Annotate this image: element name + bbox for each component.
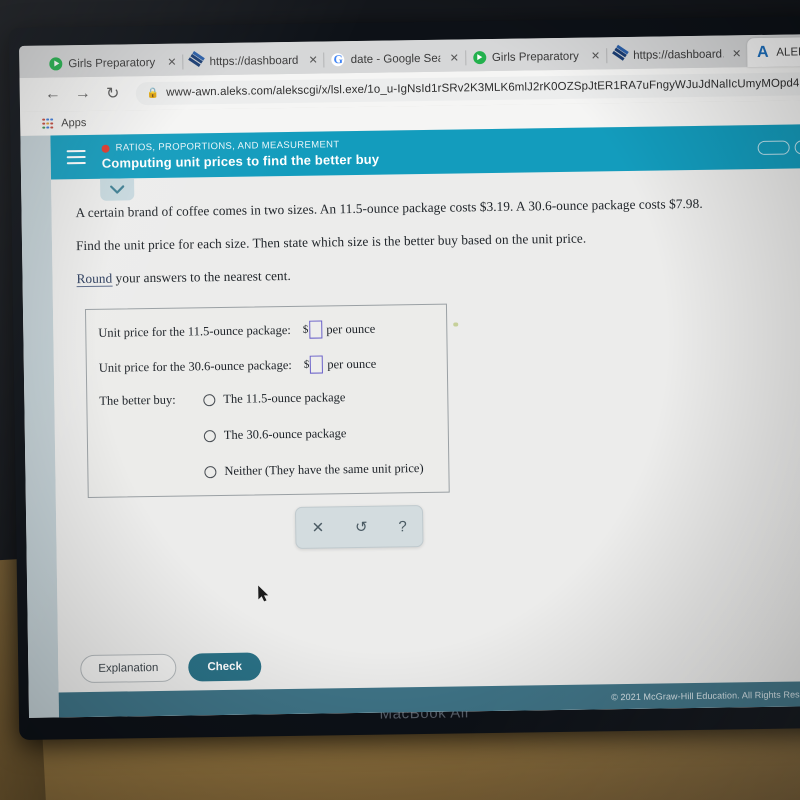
better-buy-group: The better buy: The 11.5-ounce package T… (87, 389, 448, 481)
tab-title: https://dashboard.sho (209, 54, 300, 68)
radio-option-label: The 11.5-ounce package (223, 390, 346, 406)
question-line-3-rest: your answers to the nearest cent. (112, 267, 291, 286)
header-pill-2[interactable] (794, 140, 800, 155)
radio-option-3[interactable]: Neither (They have the same unit price) (204, 461, 424, 479)
lock-icon: 🔒 (146, 87, 160, 99)
tab-title: ALEKS (776, 45, 800, 59)
green-play-icon (472, 51, 487, 65)
help-icon[interactable]: ? (398, 518, 407, 535)
forward-icon[interactable]: → (68, 85, 98, 103)
browser-tab[interactable]: https://dashboard.sho ✕ (182, 46, 325, 75)
question-line-1: A certain brand of coffee comes in two s… (75, 195, 703, 221)
browser-window: Girls Preparatory Sch ✕ https://dashboar… (19, 34, 800, 718)
unit-price-label-2: Unit price for the 30.6-ounce package: (98, 357, 292, 375)
header-text-group: RATIOS, PROPORTIONS, AND MEASUREMENT Com… (101, 139, 380, 171)
dollar-sign-1: $ (302, 323, 309, 336)
undo-icon[interactable]: ↺ (355, 518, 368, 535)
reload-icon[interactable]: ↻ (98, 83, 128, 103)
tab-title: Girls Preparatory Sch (491, 50, 582, 64)
browser-tab-active[interactable]: A ALEKS (747, 37, 800, 68)
green-play-icon (49, 57, 63, 71)
unit-price-input-1[interactable] (309, 320, 323, 339)
tab-close-icon[interactable]: ✕ (591, 49, 600, 62)
address-bar-url: www-awn.aleks.com/alekscgi/x/lsl.exe/1o_… (166, 77, 800, 99)
clear-icon[interactable]: ✕ (312, 519, 325, 536)
topic-label: RATIOS, PROPORTIONS, AND MEASUREMENT (115, 139, 340, 154)
browser-tab[interactable]: Girls Preparatory Sch ✕ (465, 42, 608, 71)
copyright-text: © 2021 McGraw-Hill Education. All Rights… (611, 688, 800, 702)
answer-toolbar: ✕ ↺ ? (294, 505, 424, 549)
browser-tab[interactable]: https://dashboard.sho ✕ (606, 40, 748, 69)
back-icon[interactable]: ← (38, 85, 68, 103)
tab-title: Girls Preparatory Sch (68, 56, 158, 70)
radio-option-label: Neither (They have the same unit price) (224, 461, 424, 478)
radio-option-2[interactable]: The 30.6-ounce package (203, 425, 423, 443)
header-pill-1[interactable] (757, 140, 790, 156)
question-line-3: Round your answers to the nearest cent. (76, 260, 798, 288)
aleks-a-icon: A (756, 43, 769, 62)
unit-price-row-2: Unit price for the 30.6-ounce package: $… (87, 354, 447, 377)
tab-title: https://dashboard.sho (633, 48, 724, 62)
radio-button-icon[interactable] (204, 465, 217, 478)
radio-option-1[interactable]: The 11.5-ounce package (203, 389, 422, 407)
hamburger-menu-icon[interactable] (66, 149, 86, 165)
unit-label-1: per ounce (326, 321, 376, 336)
tab-close-icon[interactable]: ✕ (167, 56, 176, 69)
unit-price-input-2[interactable] (310, 355, 324, 374)
bookmark-apps-label[interactable]: Apps (61, 117, 86, 129)
dollar-sign-2: $ (303, 358, 310, 371)
dashboard-icon (190, 55, 203, 68)
expand-panel-tab[interactable] (100, 178, 135, 201)
tab-close-icon[interactable]: ✕ (450, 51, 459, 64)
tab-close-icon[interactable]: ✕ (732, 47, 741, 60)
apps-grid-icon[interactable] (42, 117, 54, 130)
tab-title: date - Google Search (350, 52, 441, 66)
unit-label-2: per ounce (327, 356, 377, 371)
address-bar[interactable]: 🔒 www-awn.aleks.com/alekscgi/x/lsl.exe/1… (135, 71, 800, 105)
radio-button-icon[interactable] (203, 393, 216, 406)
radio-option-list: The 11.5-ounce package The 30.6-ounce pa… (203, 389, 424, 479)
better-buy-label: The better buy: (99, 392, 176, 408)
lesson-title: Computing unit prices to find the better… (101, 151, 380, 171)
dashboard-icon (614, 49, 627, 62)
browser-tab[interactable]: G date - Google Search ✕ (324, 44, 467, 73)
answer-form: Unit price for the 11.5-ounce package: $… (84, 303, 450, 499)
radio-option-label: The 30.6-ounce package (223, 426, 347, 442)
check-button[interactable]: Check (188, 652, 262, 682)
radio-button-icon[interactable] (203, 429, 216, 442)
question-body: A certain brand of coffee comes in two s… (51, 168, 800, 499)
round-glossary-link[interactable]: Round (76, 270, 113, 288)
google-g-icon: G (331, 52, 345, 67)
unit-price-row-1: Unit price for the 11.5-ounce package: $… (86, 319, 446, 342)
explanation-button[interactable]: Explanation (80, 653, 177, 684)
red-dot-icon (101, 144, 110, 153)
photo-scene: MacBook Air Girls Preparatory Sch ✕ http… (0, 0, 800, 800)
header-action-pills[interactable] (757, 140, 800, 156)
page-viewport: RATIOS, PROPORTIONS, AND MEASUREMENT Com… (20, 124, 800, 718)
question-line-2: Find the unit price for each size. Then … (75, 230, 587, 254)
browser-tab[interactable]: Girls Preparatory Sch ✕ (41, 49, 184, 78)
aleks-content: RATIOS, PROPORTIONS, AND MEASUREMENT Com… (50, 124, 800, 718)
unit-price-label-1: Unit price for the 11.5-ounce package: (98, 322, 291, 340)
chevron-down-icon (110, 185, 125, 194)
tab-close-icon[interactable]: ✕ (308, 54, 317, 67)
screen-speck (453, 322, 459, 327)
